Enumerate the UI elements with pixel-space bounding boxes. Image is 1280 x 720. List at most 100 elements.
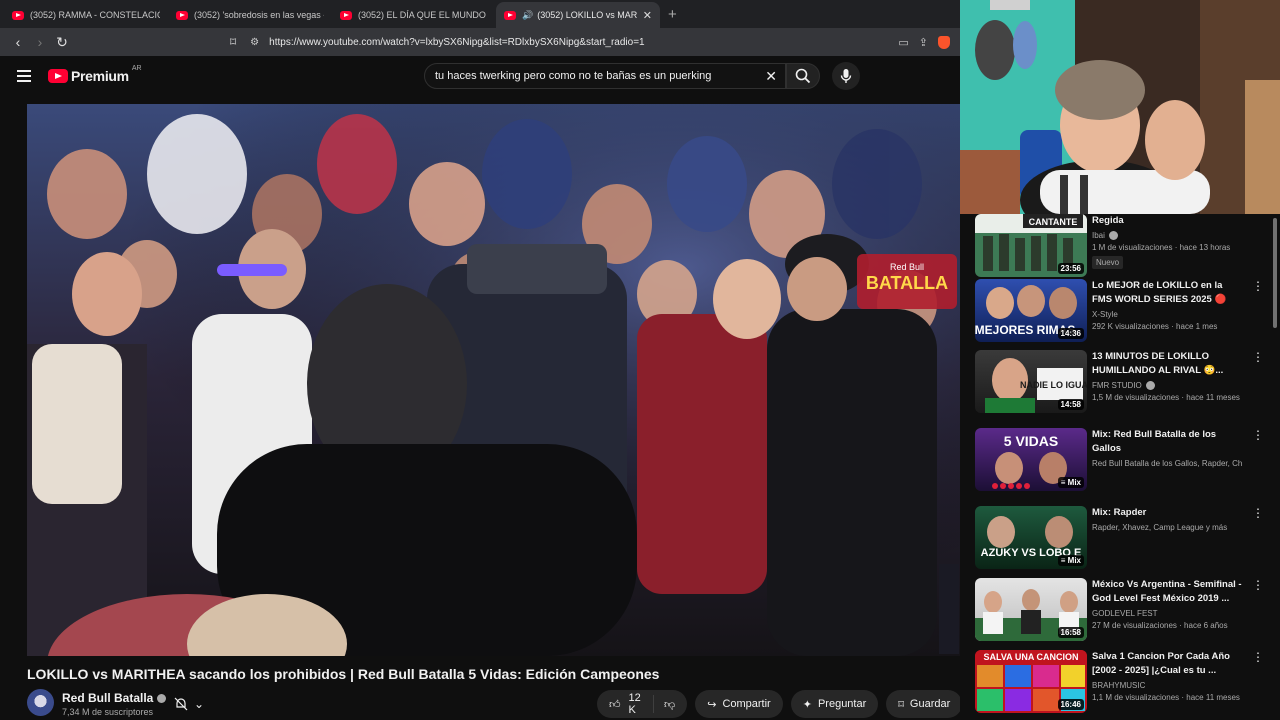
bookmark-icon[interactable]: ⌑: [230, 35, 236, 49]
brave-shield-icon[interactable]: [938, 35, 950, 49]
channel-name-text[interactable]: Red Bull Batalla: [62, 691, 153, 705]
thumbnail-caption: SALVA UNA CANCION: [984, 652, 1079, 662]
more-options-icon[interactable]: ⋮: [1252, 428, 1264, 442]
address-bar[interactable]: ⌑ ⚙ https://www.youtube.com/watch?v=lxby…: [230, 31, 880, 53]
browser-toolbar: ‹ › ↻ ⌑ ⚙ https://www.youtube.com/watch?…: [0, 28, 960, 56]
channel-avatar[interactable]: [27, 689, 54, 716]
mix-badge: ≡ Mix: [1057, 555, 1084, 566]
video-thumbnail[interactable]: 16:58: [975, 578, 1087, 641]
mix-badge: ≡ Mix: [1057, 477, 1084, 488]
channel-name[interactable]: FMR STUDIO: [1092, 381, 1242, 391]
logo-text: Premium: [71, 68, 129, 84]
url-text[interactable]: https://www.youtube.com/watch?v=lxbySX6N…: [269, 37, 644, 48]
verified-icon: [1145, 381, 1155, 391]
clear-search-icon[interactable]: ✕: [765, 68, 777, 85]
menu-icon[interactable]: [17, 70, 31, 85]
video-metadata: 292 K visualizaciones · hace 1 mes: [1092, 322, 1218, 331]
video-title[interactable]: Lo MEJOR de LOKILLO en la FMS WORLD SERI…: [1092, 279, 1242, 307]
mix-thumbnail[interactable]: 5 VIDAS ≡ Mix: [975, 428, 1087, 491]
more-options-icon[interactable]: ⋮: [1252, 650, 1264, 664]
video-metadata: 1,5 M de visualizaciones · hace 11 meses: [1092, 393, 1240, 403]
video-thumbnail[interactable]: NADIE LO IGUALA 14:58: [975, 350, 1087, 413]
video-info: Mix: Red Bull Batalla de los Gallos Red …: [1092, 428, 1242, 468]
search-query[interactable]: tu haces twerking pero como no te bañas …: [435, 70, 711, 82]
bookmark-icon: ⌑: [898, 698, 904, 711]
more-options-icon[interactable]: ⋮: [1252, 279, 1264, 293]
search-input[interactable]: tu haces twerking pero como no te bañas …: [424, 63, 786, 89]
channel-name[interactable]: X-Style: [1092, 310, 1242, 319]
video-title[interactable]: Regida: [1092, 214, 1242, 228]
sidebar-scrollbar[interactable]: [1273, 218, 1277, 328]
country-code: AR: [131, 64, 142, 72]
channel-name[interactable]: Ibai: [1092, 231, 1242, 241]
video-info: Regida Ibai 1 M de visualizaciones · hac…: [1092, 214, 1242, 270]
channel-name-text[interactable]: FMR STUDIO: [1092, 381, 1142, 390]
related-mix-item[interactable]: AZUKY VS LOBO E ≡ Mix Mix: Rapder Rapder…: [975, 506, 1271, 574]
video-metadata: 1 M de visualizaciones · hace 13 horas: [1092, 243, 1231, 253]
reload-icon[interactable]: ↻: [52, 34, 72, 51]
video-title[interactable]: México Vs Argentina - Semifinal - God Le…: [1092, 578, 1242, 606]
more-options-icon[interactable]: ⋮: [1252, 578, 1264, 592]
video-player[interactable]: BATALLA Red Bull: [27, 104, 962, 656]
webcam-image: [960, 0, 1280, 214]
share-icon[interactable]: ⇪: [919, 36, 928, 49]
video-thumbnail[interactable]: MEJORES RIMAS 14:36: [975, 279, 1087, 342]
forward-icon[interactable]: ›: [30, 34, 50, 50]
speaker-icon[interactable]: 🔊: [522, 10, 533, 21]
video-thumbnail[interactable]: CANTANTE 23:56: [975, 214, 1087, 277]
save-button[interactable]: ⌑ Guardar: [886, 690, 963, 718]
channel-name[interactable]: BRAHYMUSIC: [1092, 681, 1242, 690]
thumbnail-caption: 5 VIDAS: [1004, 433, 1058, 449]
browser-tab-1[interactable]: (3052) RAMMA - CONSTELACIÓN (Vi: [4, 2, 168, 28]
youtube-logo-icon: [48, 69, 68, 83]
tab-title: (3052) EL DÍA QUE EL MUNDO CONO: [358, 10, 488, 20]
video-title[interactable]: Salva 1 Cancion Por Cada Año [2002 - 202…: [1092, 650, 1242, 678]
new-tab-button[interactable]: +: [668, 6, 677, 23]
channel-name-text[interactable]: Ibai: [1092, 231, 1105, 240]
more-options-icon[interactable]: ⋮: [1252, 350, 1264, 364]
ask-button[interactable]: ✦ Preguntar: [790, 690, 879, 718]
back-icon[interactable]: ‹: [8, 34, 28, 50]
browser-tab-3[interactable]: (3052) EL DÍA QUE EL MUNDO CONO: [332, 2, 496, 28]
video-duration: 16:58: [1057, 627, 1084, 638]
site-settings-icon[interactable]: ⚙: [250, 37, 259, 48]
search-icon: [795, 68, 811, 84]
browser-tab-strip: (3052) RAMMA - CONSTELACIÓN (Vi (3052) '…: [0, 0, 960, 28]
browser-tab-active[interactable]: 🔊 (3052) LOKILLO vs MARITHEA sa ✕: [496, 2, 660, 28]
close-tab-icon[interactable]: ✕: [643, 9, 652, 22]
channel-name[interactable]: GODLEVEL FEST: [1092, 609, 1242, 618]
more-options-icon[interactable]: ⋮: [1252, 506, 1264, 520]
mix-title[interactable]: Mix: Red Bull Batalla de los Gallos: [1092, 428, 1242, 456]
video-info: México Vs Argentina - Semifinal - God Le…: [1092, 578, 1242, 630]
video-title[interactable]: 13 MINUTOS DE LOKILLO HUMILLANDO AL RIVA…: [1092, 350, 1242, 378]
browser-tab-2[interactable]: (3052) 'sobredosis en las vegas - You: [168, 2, 332, 28]
tab-title: (3052) 'sobredosis en las vegas - You: [194, 10, 324, 20]
subscription-bell-button[interactable]: ⌄: [164, 690, 214, 718]
share-button[interactable]: ↪ Compartir: [695, 690, 783, 718]
video-actions: 👍︎ 12 K 👎︎ ↪ Compartir ✦ Preguntar ⌑ Guardar…: [597, 690, 996, 718]
subscriber-count: 7,34 M de suscriptores: [62, 707, 154, 717]
save-label: Guardar: [909, 698, 951, 710]
cast-icon[interactable]: ▭: [898, 36, 908, 49]
dislike-button[interactable]: 👎︎: [654, 698, 687, 711]
related-video-item[interactable]: SALVA UNA CANCION 16:46 Salva 1 Cancion …: [975, 650, 1271, 718]
related-videos-sidebar: CANTANTE 23:56 Regida Ibai 1 M de visual…: [960, 214, 1280, 720]
like-button[interactable]: 👍︎ 12 K: [597, 692, 655, 716]
thumbnail-caption: NADIE LO IGUALA: [1020, 380, 1087, 390]
video-info: Mix: Rapder Rapder, Xhavez, Camp League …: [1092, 506, 1242, 532]
video-title: LOKILLO vs MARITHEA sacando los prohibid…: [27, 666, 660, 682]
mix-thumbnail[interactable]: AZUKY VS LOBO E ≡ Mix: [975, 506, 1087, 569]
related-video-item[interactable]: CANTANTE 23:56 Regida Ibai 1 M de visual…: [975, 214, 1271, 282]
search-button[interactable]: [786, 63, 820, 89]
related-mix-item[interactable]: 5 VIDAS ≡ Mix Mix: Red Bull Batalla de l…: [975, 428, 1271, 496]
video-thumbnail[interactable]: SALVA UNA CANCION 16:46: [975, 650, 1087, 713]
youtube-favicon-icon: [12, 10, 24, 20]
related-video-item[interactable]: MEJORES RIMAS 14:36 Lo MEJOR de LOKILLO …: [975, 279, 1271, 347]
related-video-item[interactable]: 16:58 México Vs Argentina - Semifinal - …: [975, 578, 1271, 646]
share-arrow-icon: ↪: [707, 698, 717, 711]
related-video-item[interactable]: NADIE LO IGUALA 14:58 13 MINUTOS DE LOKI…: [975, 350, 1271, 418]
mix-title[interactable]: Mix: Rapder: [1092, 506, 1242, 520]
channel-name[interactable]: Red Bull Batalla: [62, 691, 167, 705]
voice-search-button[interactable]: [832, 62, 860, 90]
youtube-premium-logo[interactable]: Premium AR: [48, 64, 142, 84]
